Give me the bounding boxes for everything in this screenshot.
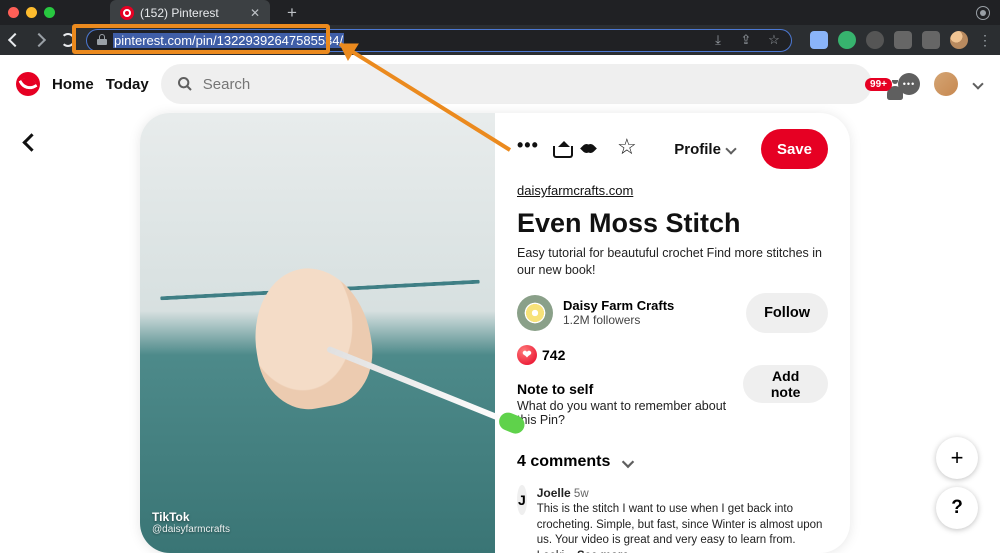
plus-icon: + <box>951 445 964 471</box>
share-page-icon[interactable]: ⇪ <box>739 33 753 47</box>
more-options-icon[interactable] <box>517 138 526 160</box>
reading-list-icon[interactable] <box>922 31 940 49</box>
question-icon: ? <box>951 497 963 519</box>
back-arrow-icon[interactable] <box>18 128 46 156</box>
pin-details: Profile Save daisyfarmcrafts.com Even Mo… <box>495 113 850 553</box>
react-heart-icon[interactable] <box>584 138 593 160</box>
help-fab[interactable]: ? <box>936 487 978 529</box>
search-icon <box>177 76 193 92</box>
comment-age: 5w <box>574 488 589 500</box>
extension-1-icon[interactable] <box>810 31 828 49</box>
omnibox-actions: ⤓ ⇪ ☆ <box>711 33 781 47</box>
watermark: TikTok @daisyfarmcrafts <box>152 510 230 535</box>
follow-button[interactable]: Follow <box>746 293 828 333</box>
creator-followers: 1.2M followers <box>563 313 674 327</box>
browser-tab[interactable]: (152) Pinterest ✕ <box>110 0 270 25</box>
creator-row: Daisy Farm Crafts 1.2M followers Follow <box>517 293 828 333</box>
header-actions: 99+ <box>884 72 984 96</box>
install-app-icon[interactable]: ⤓ <box>711 33 725 47</box>
add-note-button[interactable]: Add note <box>743 365 828 403</box>
reaction-count: 742 <box>542 347 565 363</box>
heart-reaction-icon <box>517 345 537 365</box>
pinterest-logo-icon[interactable] <box>16 72 40 96</box>
watermark-handle: @daisyfarmcrafts <box>152 524 230 535</box>
comment-avatar[interactable]: J <box>517 485 527 515</box>
window-controls <box>8 7 55 18</box>
reaction-summary[interactable]: 742 <box>517 345 828 365</box>
nav-back-icon[interactable] <box>8 32 24 48</box>
save-button[interactable]: Save <box>761 129 828 169</box>
comment-author[interactable]: Joelle <box>537 486 571 500</box>
note-to-self-heading: Note to self <box>517 381 743 397</box>
create-pin-fab[interactable]: + <box>936 437 978 479</box>
browser-titlebar: (152) Pinterest ✕ + <box>0 0 1000 25</box>
browser-menu-icon[interactable]: ⋮ <box>978 32 992 49</box>
board-select-label: Profile <box>674 141 721 158</box>
window-close[interactable] <box>8 7 19 18</box>
window-minimize[interactable] <box>26 7 37 18</box>
pin-action-row: Profile Save <box>517 129 828 169</box>
nav-home[interactable]: Home <box>52 76 94 93</box>
pin-media[interactable]: TikTok @daisyfarmcrafts <box>140 113 495 553</box>
bookmark-star-icon[interactable]: ☆ <box>767 33 781 47</box>
favorite-star-icon[interactable] <box>617 138 626 160</box>
browser-toolbar: pinterest.com/pin/13229392647585534/ ⤓ ⇪… <box>0 25 1000 55</box>
nav-forward-icon <box>34 32 50 48</box>
note-to-self-prompt: What do you want to remember about this … <box>517 399 743 427</box>
messages-icon[interactable] <box>898 73 920 95</box>
share-icon[interactable] <box>550 138 559 160</box>
new-tab-button[interactable]: + <box>277 3 307 23</box>
pinterest-favicon-icon <box>120 6 134 20</box>
omnibox[interactable]: pinterest.com/pin/13229392647585534/ ⤓ ⇪… <box>86 29 792 52</box>
comment-text: This is the stitch I want to use when I … <box>537 503 823 553</box>
comments-toggle[interactable]: 4 comments <box>517 453 828 471</box>
chevron-down-icon <box>725 143 737 155</box>
pin-description: Easy tutorial for beautuful crochet Find… <box>517 245 828 279</box>
media-illustration <box>244 259 382 417</box>
notifications-badge: 99+ <box>865 78 892 91</box>
window-zoom[interactable] <box>44 7 55 18</box>
pin-card: TikTok @daisyfarmcrafts Profile Save dai… <box>140 113 850 553</box>
extensions-puzzle-icon[interactable] <box>894 31 912 49</box>
creator-avatar[interactable] <box>517 295 553 331</box>
comments-count: 4 comments <box>517 453 610 471</box>
tab-close-icon[interactable]: ✕ <box>250 6 260 20</box>
chevron-down-icon <box>622 455 635 468</box>
extension-2-icon[interactable] <box>838 31 856 49</box>
extension-3-icon[interactable] <box>866 31 884 49</box>
search-bar[interactable] <box>161 64 872 104</box>
comment-item: J Joelle 5w This is the stitch I want to… <box>517 485 828 553</box>
creator-name[interactable]: Daisy Farm Crafts <box>563 298 674 313</box>
nav-today[interactable]: Today <box>106 76 149 93</box>
user-avatar[interactable] <box>934 72 958 96</box>
search-input[interactable] <box>201 75 856 94</box>
lock-icon <box>97 35 107 45</box>
reload-icon[interactable] <box>60 32 76 48</box>
tab-title: (152) Pinterest <box>140 6 219 20</box>
tabs-overflow-icon[interactable] <box>976 6 990 20</box>
pinterest-header: Home Today 99+ <box>0 55 1000 113</box>
board-select[interactable]: Profile <box>674 141 737 158</box>
url-text[interactable]: pinterest.com/pin/13229392647585534/ <box>113 33 344 48</box>
pin-area: TikTok @daisyfarmcrafts Profile Save dai… <box>0 113 1000 553</box>
pin-title: Even Moss Stitch <box>517 208 828 239</box>
extensions-row: ⋮ <box>810 31 992 49</box>
browser-profile-avatar[interactable] <box>950 31 968 49</box>
source-link[interactable]: daisyfarmcrafts.com <box>517 183 828 198</box>
account-menu-chevron-icon[interactable] <box>972 78 984 90</box>
watermark-brand: TikTok <box>152 510 190 524</box>
